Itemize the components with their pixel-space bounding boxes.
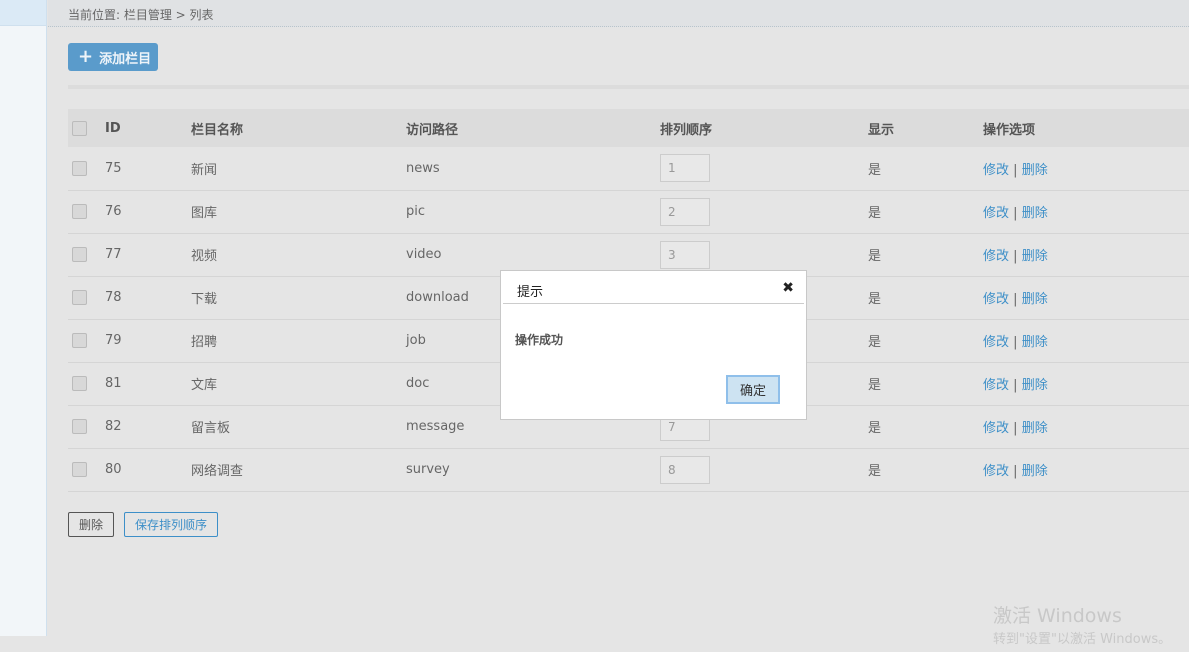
- row-name: 视频: [191, 233, 406, 277]
- row-show: 是: [868, 319, 983, 363]
- order-input[interactable]: 1: [660, 154, 710, 183]
- windows-activation-watermark: 激活 Windows 转到"设置"以激活 Windows。: [993, 604, 1171, 652]
- plus-icon: +: [78, 46, 94, 67]
- watermark-line2: 转到"设置"以激活 Windows。: [993, 632, 1172, 647]
- edit-link[interactable]: 修改: [983, 378, 1009, 393]
- delete-link[interactable]: 删除: [1022, 464, 1048, 479]
- edit-link[interactable]: 修改: [983, 464, 1009, 479]
- header-order: 排列顺序: [660, 109, 868, 147]
- row-show: 是: [868, 233, 983, 277]
- separator: |: [1013, 206, 1018, 221]
- delete-link[interactable]: 删除: [1022, 292, 1048, 307]
- row-checkbox[interactable]: [72, 290, 87, 305]
- edit-link[interactable]: 修改: [983, 292, 1009, 307]
- row-name: 图库: [191, 190, 406, 234]
- row-name: 留言板: [191, 405, 406, 449]
- row-name: 文库: [191, 362, 406, 406]
- separator: |: [1013, 464, 1018, 479]
- row-id: 81: [105, 362, 191, 406]
- close-icon[interactable]: ✖: [782, 280, 794, 296]
- table-header: ID 栏目名称 访问路径 排列顺序 显示 操作选项: [68, 109, 1189, 147]
- row-checkbox[interactable]: [72, 204, 87, 219]
- delete-link[interactable]: 删除: [1022, 163, 1048, 178]
- separator: |: [1013, 335, 1018, 350]
- row-checkbox[interactable]: [72, 462, 87, 477]
- row-show: 是: [868, 362, 983, 406]
- edit-link[interactable]: 修改: [983, 421, 1009, 436]
- separator: |: [1013, 162, 1018, 178]
- row-checkbox[interactable]: [72, 247, 87, 262]
- edit-link[interactable]: 修改: [983, 206, 1009, 221]
- delete-link[interactable]: 删除: [1022, 206, 1048, 221]
- row-name: 网络调查: [191, 448, 406, 492]
- edit-link[interactable]: 修改: [983, 335, 1009, 350]
- header-name: 栏目名称: [191, 109, 406, 147]
- row-checkbox[interactable]: [72, 160, 87, 176]
- row-id: 75: [105, 147, 191, 191]
- row-path: survey: [406, 448, 660, 492]
- row-id: 78: [105, 276, 191, 320]
- ok-button[interactable]: 确定: [726, 375, 780, 404]
- row-checkbox[interactable]: [72, 333, 87, 348]
- row-show: 是: [868, 190, 983, 234]
- table-row: 75 新闻 news 1 是 修改 | 删除: [68, 147, 1189, 191]
- separator: |: [1013, 378, 1018, 393]
- row-show: 是: [868, 147, 983, 191]
- row-name: 下载: [191, 276, 406, 320]
- add-label: 添加栏目: [99, 51, 152, 67]
- sidebar-top: [0, 0, 46, 26]
- alert-dialog: 提示 ✖ 操作成功 确定: [500, 270, 807, 420]
- row-id: 77: [105, 233, 191, 277]
- breadcrumb: 当前位置: 栏目管理 > 列表: [48, 0, 1189, 27]
- row-name: 新闻: [191, 147, 406, 191]
- row-show: 是: [868, 276, 983, 320]
- save-order-button[interactable]: 保存排列顺序: [124, 512, 218, 537]
- edit-link[interactable]: 修改: [983, 249, 1009, 264]
- row-id: 80: [105, 448, 191, 492]
- table-row: 76 图库 pic 2 是 修改 | 删除: [68, 190, 1189, 234]
- table-row: 80 网络调查 survey 8 是 修改 | 删除: [68, 448, 1189, 492]
- separator: |: [1013, 292, 1018, 307]
- separator: |: [1013, 249, 1018, 264]
- row-id: 79: [105, 319, 191, 363]
- select-all-checkbox[interactable]: [72, 120, 87, 136]
- sidebar: [0, 0, 47, 636]
- separator: |: [1013, 421, 1018, 436]
- row-id: 82: [105, 405, 191, 449]
- order-input[interactable]: 8: [660, 455, 710, 484]
- add-column-button[interactable]: + 添加栏目: [68, 43, 158, 71]
- order-input[interactable]: 2: [660, 197, 710, 226]
- dialog-message: 操作成功: [515, 333, 564, 347]
- row-show: 是: [868, 405, 983, 449]
- delete-link[interactable]: 删除: [1022, 249, 1048, 264]
- header-actions: 操作选项: [983, 109, 1189, 147]
- header-show: 显示: [868, 109, 983, 147]
- delete-link[interactable]: 删除: [1022, 378, 1048, 393]
- row-checkbox[interactable]: [72, 376, 87, 391]
- edit-link[interactable]: 修改: [983, 163, 1009, 178]
- header-path: 访问路径: [406, 109, 660, 147]
- row-path: pic: [406, 190, 660, 234]
- row-show: 是: [868, 448, 983, 492]
- watermark-line1: 激活 Windows: [993, 605, 1122, 627]
- row-path: news: [406, 147, 660, 191]
- row-checkbox[interactable]: [72, 419, 87, 434]
- delete-selected-button[interactable]: 删除: [68, 512, 114, 537]
- row-id: 76: [105, 190, 191, 234]
- header-id: ID: [105, 109, 191, 147]
- delete-link[interactable]: 删除: [1022, 421, 1048, 436]
- delete-link[interactable]: 删除: [1022, 335, 1048, 350]
- order-input[interactable]: 3: [660, 240, 710, 269]
- row-name: 招聘: [191, 319, 406, 363]
- divider: [68, 85, 1189, 89]
- dialog-title: 提示: [503, 271, 804, 304]
